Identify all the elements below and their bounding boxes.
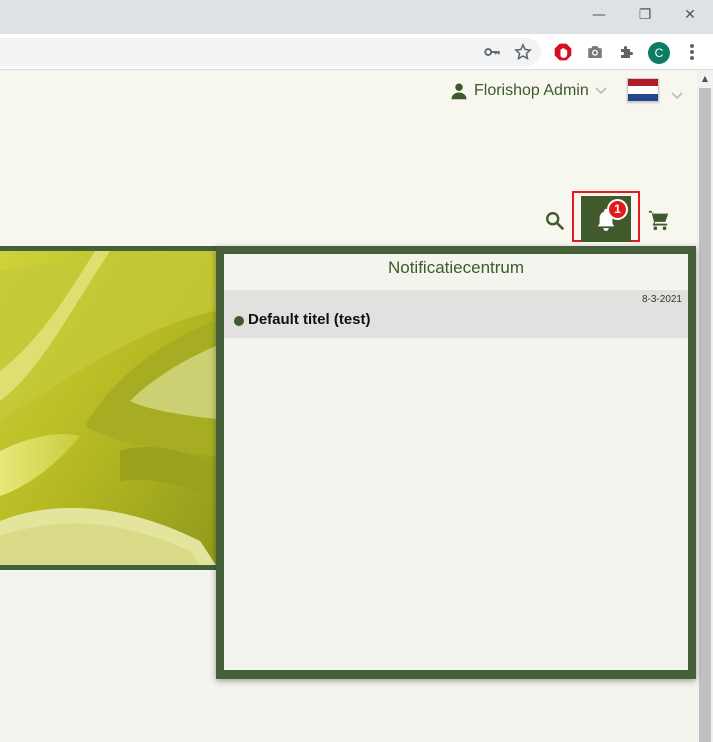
chevron-down-icon xyxy=(595,84,607,98)
camera-icon[interactable] xyxy=(585,42,605,62)
notification-item[interactable]: 8-3-2021 Default titel (test) xyxy=(224,290,688,338)
extensions-icon[interactable] xyxy=(617,42,637,62)
more-icon[interactable] xyxy=(682,42,702,62)
cart-icon[interactable] xyxy=(648,209,670,231)
star-icon[interactable] xyxy=(513,42,533,62)
scroll-up-icon[interactable]: ▲ xyxy=(699,73,711,85)
browser-toolbar xyxy=(0,34,713,70)
scrollbar-thumb[interactable] xyxy=(699,88,711,742)
language-chevron-icon[interactable] xyxy=(671,85,683,104)
close-window-button[interactable]: ✕ xyxy=(677,4,703,26)
notification-title: Default titel (test) xyxy=(248,311,371,328)
panel-title: Notificatiecentrum xyxy=(387,258,525,277)
user-icon xyxy=(451,83,467,100)
restore-window-button[interactable]: ❐ xyxy=(632,4,658,26)
minimize-window-button[interactable]: — xyxy=(586,4,612,26)
search-icon[interactable] xyxy=(544,210,566,232)
user-name: Florishop Admin xyxy=(474,82,589,99)
browser-titlebar: — ❐ ✕ xyxy=(0,0,713,34)
language-flag[interactable] xyxy=(627,78,659,102)
profile-avatar[interactable]: C xyxy=(648,42,670,64)
notification-count-badge: 1 xyxy=(607,199,628,220)
notification-date: 8-3-2021 xyxy=(641,294,682,305)
adblock-icon[interactable] xyxy=(553,42,573,62)
hero-image xyxy=(0,251,216,565)
address-bar[interactable] xyxy=(0,38,541,66)
user-menu[interactable]: Florishop Admin xyxy=(450,81,607,101)
key-icon[interactable] xyxy=(482,42,502,62)
unread-dot-icon xyxy=(234,316,244,326)
